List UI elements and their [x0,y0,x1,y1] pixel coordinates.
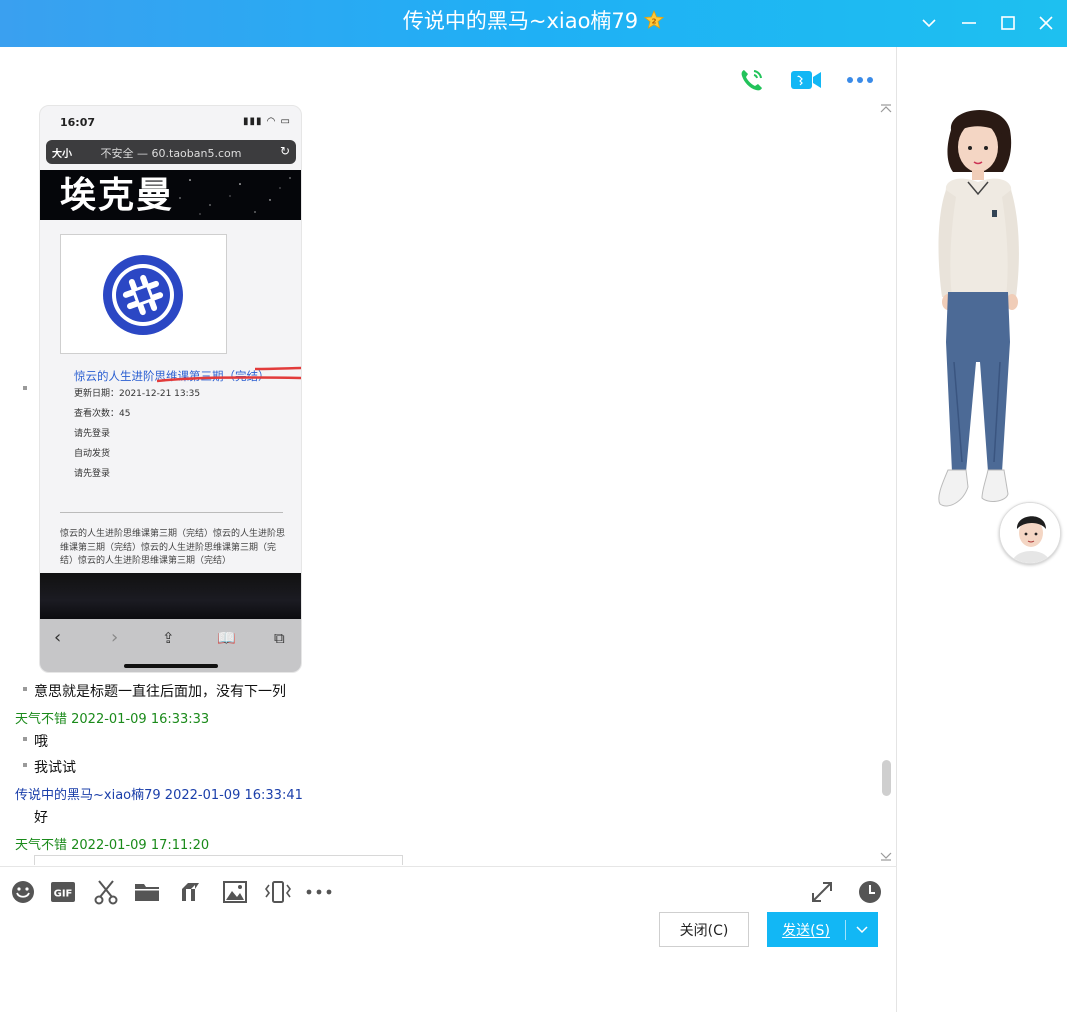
message-text: 哦 [34,734,48,750]
chat-partner-name: 传说中的黑马~xiao楠79 [402,9,639,33]
back-icon: ‹ [54,627,62,648]
music-icon[interactable] [177,879,203,905]
more-icon[interactable] [844,65,876,95]
maximize-button[interactable] [995,10,1021,36]
svg-text:GIF: GIF [54,889,73,900]
browser-url-bar: 大小 不安全 — 60.taoban5.com ↻ [46,140,296,164]
expand-icon[interactable] [809,879,835,905]
folder-icon[interactable] [134,879,160,905]
safari-tab-bar: ‹ › ⇪ 📖 ⧉ [40,619,301,672]
message-bullet [23,763,27,767]
voice-call-icon[interactable] [736,65,768,95]
shared-image[interactable]: 16:07 ▮▮▮ ◠ ▭ 大小 不安全 — 60.taoban5.com ↻ … [39,105,302,673]
scroll-up-icon[interactable] [879,102,893,116]
svg-text:2: 2 [652,18,657,26]
browser-url: 不安全 — 60.taoban5.com [100,147,242,160]
site-brand: 埃克曼 [60,175,175,216]
message-text: 我试试 [34,760,76,776]
history-icon[interactable] [857,879,883,905]
window-title: 传说中的黑马~xiao楠79 2 [0,7,1067,35]
message-sender-time: 天气不错 2022-01-09 17:11:20 [15,838,210,853]
vip-star-icon: 2 [644,9,665,29]
scroll-down-icon[interactable] [879,847,893,861]
message-text: 意思就是标题一直往后面加，没有下一列 [34,684,286,700]
slack-like-logo-icon [103,255,183,335]
message-bullet [23,687,27,691]
status-time: 16:07 [60,116,96,129]
message-text: 好 [34,810,48,826]
home-indicator [124,664,218,668]
site-banner: 埃克曼 [40,170,301,220]
emoji-icon[interactable] [10,879,36,905]
product-meta: 自动发货 [74,449,111,459]
product-meta: 请先登录 [74,469,111,479]
product-meta: 更新日期：2021-12-21 13:35 [74,389,201,399]
more-tools-icon[interactable] [305,879,333,905]
dark-footer-image [40,573,301,619]
close-window-button[interactable] [1033,10,1059,36]
send-button[interactable]: 发送(S) [767,912,878,947]
user-avatar-figure [938,110,1019,507]
chat-main-panel: 16:07 ▮▮▮ ◠ ▭ 大小 不安全 — 60.taoban5.com ↻ … [0,47,897,1012]
shake-icon[interactable] [263,879,293,905]
message-input[interactable] [0,915,896,955]
chevron-down-icon[interactable] [916,10,942,36]
video-call-icon[interactable] [790,65,822,95]
send-label: 发送(S) [782,922,830,939]
message-bullet [23,737,27,741]
minimize-button[interactable] [956,10,982,36]
contact-avatar[interactable] [999,502,1061,564]
divider [60,512,283,513]
call-actions [736,65,876,95]
product-meta: 查看次数：45 [74,409,131,419]
signal-wifi-battery-icon: ▮▮▮ ◠ ▭ [242,116,291,127]
partial-message-card [34,855,403,865]
tabs-icon: ⧉ [274,629,285,647]
red-underline-mark [156,366,301,383]
message-list[interactable]: 16:07 ▮▮▮ ◠ ▭ 大小 不安全 — 60.taoban5.com ↻ … [0,105,897,865]
message-bullet [23,386,27,390]
image-icon[interactable] [222,879,248,905]
message-sender-time: 传说中的黑马~xiao楠79 2022-01-09 16:33:41 [15,788,303,803]
message-sender-time: 天气不错 2022-01-09 16:33:33 [15,712,210,727]
title-bar: 传说中的黑马~xiao楠79 2 [0,0,1067,47]
reload-icon: ↻ [279,144,290,158]
bookmarks-icon: 📖 [217,629,236,647]
product-description: 惊云的人生进阶思维课第三期（完结）惊云的人生进阶思维课第三期（完结）惊云的人生进… [60,529,286,566]
scrollbar-thumb[interactable] [882,760,891,796]
forward-icon: › [111,627,119,648]
product-meta: 请先登录 [74,429,111,439]
send-options-chevron-icon[interactable] [846,923,878,937]
close-button[interactable]: 关闭(C) [659,912,749,947]
input-toolbar: GIF [0,866,897,914]
product-image [60,234,227,354]
share-icon: ⇪ [162,629,175,647]
gif-icon[interactable]: GIF [50,879,76,905]
avatar-panel [898,47,1067,1012]
phone-status-bar: 16:07 ▮▮▮ ◠ ▭ [40,106,301,138]
screenshot-icon[interactable] [93,879,119,905]
